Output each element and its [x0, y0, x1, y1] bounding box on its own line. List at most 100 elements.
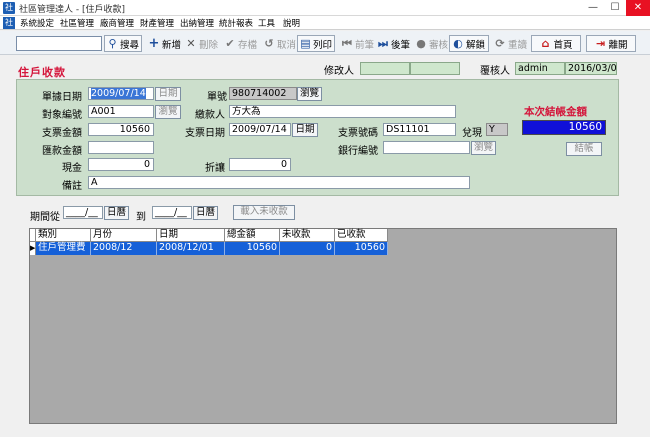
- total-amount-field: 10560: [522, 120, 606, 135]
- doc-no-browse-button[interactable]: 瀏覽: [297, 87, 322, 101]
- check-date-label: 支票日期: [185, 128, 225, 139]
- discount-field[interactable]: 0: [229, 158, 291, 171]
- check-amount-label: 支票金額: [42, 128, 82, 139]
- bank-code-label: 銀行編號: [338, 146, 378, 157]
- check-amount-field[interactable]: 10560: [88, 123, 154, 136]
- period-to-label: 到: [136, 212, 146, 223]
- cashed-label: 兌現: [462, 128, 482, 139]
- col-header-paid[interactable]: 已收款: [335, 229, 388, 242]
- doc-date-picker-button[interactable]: 日期: [155, 87, 181, 101]
- bank-browse-button[interactable]: 瀏覽: [471, 141, 496, 155]
- payer-label: 繳款人: [195, 110, 225, 121]
- table-cell[interactable]: 住戶管理費: [36, 242, 91, 255]
- menu-help[interactable]: 說明: [283, 17, 300, 29]
- load-unpaid-button[interactable]: 載入未收款: [233, 205, 295, 220]
- audit-button[interactable]: ● 審核: [412, 35, 451, 52]
- menu-app-icon[interactable]: 社: [3, 17, 15, 29]
- table-cell[interactable]: 10560: [225, 242, 280, 255]
- payer-field[interactable]: 方大為: [229, 105, 456, 118]
- save-button[interactable]: ✔ 存檔: [221, 35, 260, 52]
- col-header-unpaid[interactable]: 未收款: [280, 229, 335, 242]
- modifier-field: [360, 62, 410, 75]
- home-button[interactable]: ⌂ 首頁: [531, 35, 581, 52]
- minimize-button[interactable]: —: [582, 0, 604, 16]
- search-icon: ⚲: [108, 36, 117, 50]
- next-record-button[interactable]: ⏭ 後筆: [374, 35, 413, 52]
- menu-reports[interactable]: 統計報表: [219, 17, 253, 29]
- app-icon: 社: [3, 2, 15, 14]
- search-input[interactable]: [16, 36, 102, 51]
- menu-property-management[interactable]: 財產管理: [140, 17, 174, 29]
- check-no-field[interactable]: DS11101: [383, 123, 456, 136]
- menu-bar: 社 系統設定 社區管理 廠商管理 財產管理 出納管理 統計報表 工具 說明: [0, 16, 650, 30]
- settle-button[interactable]: 結帳: [566, 142, 602, 156]
- cancel-button[interactable]: ↺ 取消: [260, 35, 299, 52]
- doc-date-label: 單據日期: [42, 92, 82, 103]
- lock-icon: ●: [416, 36, 426, 50]
- note-label: 備註: [62, 181, 82, 192]
- col-header-date[interactable]: 日期: [157, 229, 225, 242]
- delete-x-icon: ✕: [186, 36, 196, 50]
- menu-tools[interactable]: 工具: [258, 17, 275, 29]
- table-cell[interactable]: 2008/12/01: [157, 242, 225, 255]
- discount-label: 折讓: [205, 163, 225, 174]
- note-field[interactable]: A: [88, 176, 470, 189]
- refresh-icon: ⟳: [495, 36, 505, 50]
- plus-icon: +: [148, 35, 160, 51]
- remit-amount-field[interactable]: [88, 141, 154, 154]
- close-window-button[interactable]: ✕: [626, 0, 650, 16]
- period-from-calendar-button[interactable]: 日曆: [104, 206, 129, 220]
- menu-community-management[interactable]: 社區管理: [60, 17, 94, 29]
- reload-button[interactable]: ⟳ 重讀: [491, 35, 530, 52]
- target-code-field[interactable]: A001: [88, 105, 154, 118]
- modifier-date-field: [410, 62, 460, 75]
- col-header-total[interactable]: 總金額: [225, 229, 280, 242]
- previous-icon: ⏮: [342, 36, 352, 50]
- printer-icon: ▤: [300, 36, 311, 50]
- table-cell[interactable]: 0: [280, 242, 335, 255]
- cashed-field: Y: [486, 123, 508, 136]
- modifier-label: 修改人: [324, 66, 354, 77]
- cash-label: 現金: [62, 163, 82, 174]
- unlock-button[interactable]: ◐ 解鎖: [449, 35, 489, 52]
- delete-button[interactable]: ✕ 刪除: [182, 35, 221, 52]
- col-header-month[interactable]: 月份: [91, 229, 157, 242]
- period-to-field[interactable]: ____/__: [152, 206, 192, 219]
- menu-cashier-management[interactable]: 出納管理: [180, 17, 214, 29]
- remit-amount-label: 匯款金額: [42, 146, 82, 157]
- reviewer-name-field: admin: [515, 62, 565, 75]
- cash-field[interactable]: 0: [88, 158, 154, 171]
- add-button[interactable]: + 新增: [145, 35, 184, 52]
- reviewer-label: 覆核人: [480, 66, 510, 77]
- maximize-button[interactable]: ☐: [604, 0, 626, 16]
- title-bar: 社 社區管理達人 - [住戶收款] — ☐ ✕: [0, 0, 650, 16]
- print-button[interactable]: ▤ 列印: [297, 35, 335, 52]
- reviewer-date-field: 2016/03/04: [565, 62, 617, 75]
- period-to-calendar-button[interactable]: 日曆: [193, 206, 218, 220]
- check-icon: ✔: [225, 36, 235, 50]
- unlock-icon: ◐: [453, 36, 463, 50]
- toolbar: ⚲ 搜尋 + 新增 ✕ 刪除 ✔ 存檔 ↺ 取消 ▤ 列印 ⏮ 前筆 ⏭ 後筆 ● 審核 ◐ 解鎖 …: [0, 31, 650, 55]
- undo-icon: ↺: [264, 36, 274, 50]
- bank-code-field[interactable]: [383, 141, 470, 154]
- menu-system-settings[interactable]: 系統設定: [20, 17, 54, 29]
- doc-no-label: 單號: [207, 92, 227, 103]
- exit-button[interactable]: ⇥ 離開: [586, 35, 636, 52]
- home-icon: ⌂: [541, 36, 550, 50]
- menu-vendor-management[interactable]: 廠商管理: [100, 17, 134, 29]
- total-label: 本次結帳金額: [524, 106, 587, 118]
- period-from-field[interactable]: ____/__: [63, 206, 103, 219]
- col-header-category[interactable]: 類別: [36, 229, 91, 242]
- next-icon: ⏭: [378, 36, 388, 50]
- prev-record-button[interactable]: ⏮ 前筆: [338, 35, 377, 52]
- doc-date-field[interactable]: 2009/07/14: [88, 87, 154, 100]
- table-cell[interactable]: 10560: [335, 242, 388, 255]
- target-browse-button[interactable]: 瀏覽: [155, 105, 181, 119]
- target-code-label: 對象編號: [42, 110, 82, 121]
- receipt-grid[interactable]: 類別 月份 日期 總金額 未收款 已收款 ▶ 住戶管理費 2008/12 200…: [29, 228, 617, 424]
- check-date-field[interactable]: 2009/07/14: [229, 123, 291, 136]
- window-title: 社區管理達人 - [住戶收款]: [19, 5, 125, 15]
- table-cell[interactable]: 2008/12: [91, 242, 157, 255]
- search-button[interactable]: ⚲ 搜尋: [104, 35, 142, 52]
- check-date-picker-button[interactable]: 日期: [292, 123, 318, 137]
